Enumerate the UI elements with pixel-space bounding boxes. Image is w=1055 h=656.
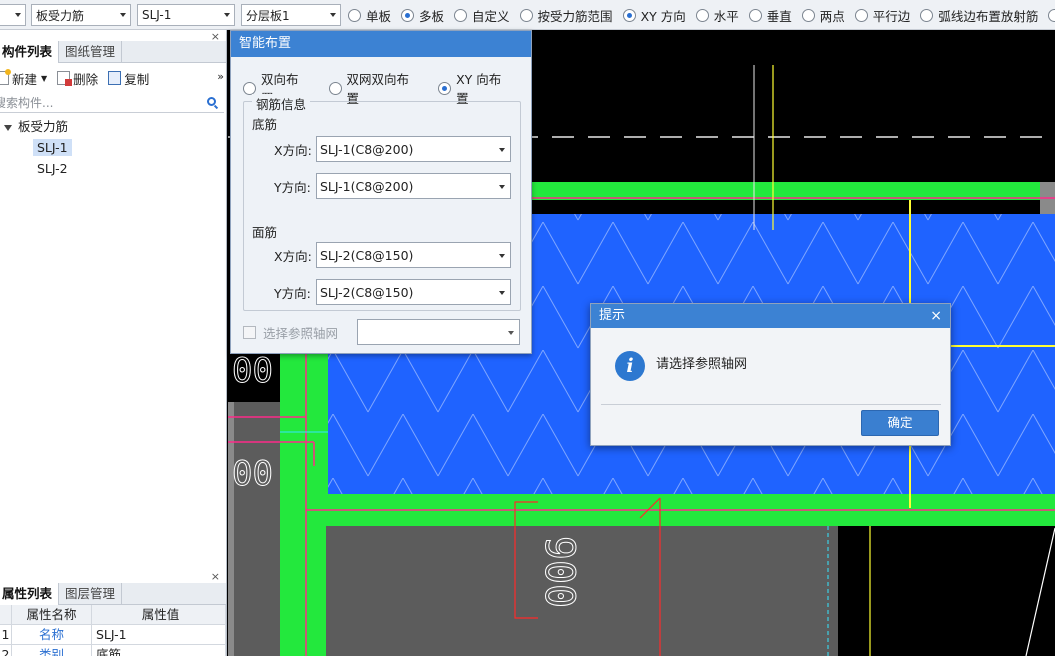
- bottom-y-direction-select[interactable]: SLJ-1(C8@200): [316, 173, 511, 199]
- dialog-title: 提示 ×: [591, 304, 950, 328]
- chevron-down-icon: [499, 254, 505, 258]
- property-table: 属性名称 属性值 1 名称 SLJ-1 2 类别 底筋: [0, 605, 226, 656]
- group-label: 钢筋信息: [252, 94, 311, 113]
- bottom-rebar-label: 底筋: [252, 117, 278, 132]
- reference-axis-select[interactable]: [357, 319, 520, 345]
- ok-button[interactable]: 确定: [861, 410, 939, 436]
- more-tools-icon[interactable]: »: [217, 70, 224, 83]
- copy-button[interactable]: 复制: [108, 69, 149, 88]
- radio-icon[interactable]: [348, 8, 361, 22]
- toolbar-option-radio-2[interactable]: 自定义: [454, 6, 510, 25]
- svg-text:00: 00: [232, 351, 273, 391]
- top-toolbar: 板受力筋 SLJ-1 分层板1 单板 多板 自定义 按受力筋范围 XY 方向 水平 垂直 两点…: [0, 0, 1055, 30]
- radio-icon[interactable]: [748, 8, 762, 22]
- toolbar-option-radio-8[interactable]: 平行边: [854, 6, 910, 25]
- dimension-label: 900: [536, 536, 582, 608]
- toolbar-option-radio-4[interactable]: XY 方向: [622, 6, 686, 25]
- radio-icon[interactable]: [695, 8, 709, 22]
- layout-mode-radio-group: 单板多板自定义按受力筋范围 XY 方向水平垂直两点平行边弧线边布置放射筋圆心: [348, 0, 1055, 29]
- info-icon: i: [615, 351, 645, 381]
- smart-layout-title: 智能布置: [231, 31, 531, 57]
- prompt-dialog: 提示 × i 请选择参照轴网 确定: [590, 303, 951, 446]
- radio-icon[interactable]: [401, 8, 415, 22]
- toolbar-option-radio-10[interactable]: 圆心: [1048, 6, 1055, 25]
- toolbar-option-radio-1[interactable]: 多板: [401, 6, 444, 25]
- top-x-direction-select[interactable]: SLJ-2(C8@150): [316, 242, 511, 268]
- new-button[interactable]: 新建 ▼: [0, 69, 47, 88]
- chevron-down-icon: [330, 13, 336, 17]
- chevron-down-icon: [224, 13, 230, 17]
- expand-toggle-icon[interactable]: [4, 124, 12, 131]
- checkbox-icon[interactable]: [243, 326, 256, 339]
- chevron-down-icon: [499, 148, 505, 152]
- radio-icon[interactable]: [519, 8, 533, 22]
- radio-icon[interactable]: [854, 8, 868, 22]
- table-row[interactable]: 1 名称 SLJ-1: [0, 625, 226, 645]
- close-icon[interactable]: ×: [211, 570, 220, 583]
- new-icon: [0, 69, 11, 85]
- radio-icon[interactable]: [1048, 8, 1055, 22]
- rebar-info-group: 钢筋信息 底筋 X方向: SLJ-1(C8@200) Y方向: SLJ-1(C8…: [243, 94, 521, 311]
- bottom-x-row: X方向: SLJ-1(C8@200): [274, 136, 511, 162]
- radio-icon[interactable]: [920, 8, 934, 22]
- smart-layout-panel: 智能布置 双向布置双网双向布置XY 向布置 钢筋信息 底筋 X方向: SLJ-1…: [230, 30, 532, 354]
- svg-text:00: 00: [232, 454, 273, 494]
- top-rebar-label: 面筋: [252, 225, 278, 240]
- table-header: 属性名称 属性值: [0, 605, 226, 625]
- top-x-row: X方向: SLJ-2(C8@150): [274, 242, 511, 268]
- component-search-input[interactable]: 搜索构件...: [0, 93, 224, 113]
- component-list-panel: × 构件列表 图纸管理 新建 ▼ 删除 复制 » 搜索构件... 板受力筋 SL…: [0, 30, 227, 656]
- radio-icon[interactable]: [454, 8, 468, 22]
- close-icon[interactable]: ×: [930, 304, 942, 328]
- tree-item-slj-2[interactable]: SLJ-2: [0, 158, 224, 179]
- tab-property-list[interactable]: 属性列表: [0, 583, 60, 605]
- chevron-down-icon: [499, 185, 505, 189]
- radio-icon[interactable]: [622, 8, 636, 22]
- radio-icon[interactable]: [438, 81, 452, 95]
- dialog-message: 请选择参照轴网: [656, 357, 748, 372]
- radio-icon[interactable]: [243, 81, 256, 95]
- top-y-direction-select[interactable]: SLJ-2(C8@150): [316, 279, 511, 305]
- tree-root[interactable]: 板受力筋: [0, 116, 224, 137]
- component-type-select[interactable]: 板受力筋: [31, 4, 131, 26]
- tab-layer-management[interactable]: 图层管理: [59, 583, 123, 605]
- divider: [601, 404, 941, 405]
- component-panel-tabs: 构件列表 图纸管理: [0, 41, 226, 63]
- search-icon[interactable]: [207, 97, 216, 106]
- toolbar-option-radio-0[interactable]: 单板: [348, 6, 391, 25]
- toolbar-option-radio-9[interactable]: 弧线边布置放射筋: [920, 6, 1038, 25]
- chevron-down-icon: [508, 331, 514, 335]
- toolbar-option-radio-5[interactable]: 水平: [695, 6, 739, 25]
- component-tree: 板受力筋 SLJ-1 SLJ-2: [0, 116, 224, 179]
- table-row[interactable]: 2 类别 底筋: [0, 645, 226, 656]
- tab-component-list[interactable]: 构件列表: [0, 41, 60, 63]
- tree-item-slj-1[interactable]: SLJ-1: [0, 137, 224, 158]
- delete-button[interactable]: 删除: [57, 69, 98, 88]
- component-toolbar: 新建 ▼ 删除 复制 »: [0, 66, 226, 90]
- toolbar-option-radio-3[interactable]: 按受力筋范围: [519, 6, 613, 25]
- gray-column-left: [228, 402, 280, 656]
- layer-select[interactable]: 分层板1: [241, 4, 341, 26]
- toolbar-option-radio-6[interactable]: 垂直: [748, 6, 792, 25]
- bottom-y-row: Y方向: SLJ-1(C8@200): [274, 173, 511, 199]
- chevron-down-icon: [120, 13, 126, 17]
- toolbar-option-radio-7[interactable]: 两点: [801, 6, 845, 25]
- chevron-down-icon: ▼: [41, 73, 48, 83]
- reference-axis-checkbox[interactable]: 选择参照轴网: [243, 323, 338, 342]
- copy-icon: [108, 71, 122, 85]
- property-panel-tabs: 属性列表 图层管理: [0, 583, 226, 605]
- radio-icon[interactable]: [328, 81, 342, 95]
- top-y-row: Y方向: SLJ-2(C8@150): [274, 279, 511, 305]
- radio-icon[interactable]: [801, 8, 815, 22]
- chevron-down-icon: [499, 291, 505, 295]
- chevron-down-icon: [15, 13, 21, 17]
- component-select[interactable]: SLJ-1: [137, 4, 235, 26]
- tab-drawing-management[interactable]: 图纸管理: [59, 41, 123, 63]
- delete-icon: [57, 71, 73, 86]
- bottom-x-direction-select[interactable]: SLJ-1(C8@200): [316, 136, 511, 162]
- floor-select[interactable]: [0, 4, 26, 26]
